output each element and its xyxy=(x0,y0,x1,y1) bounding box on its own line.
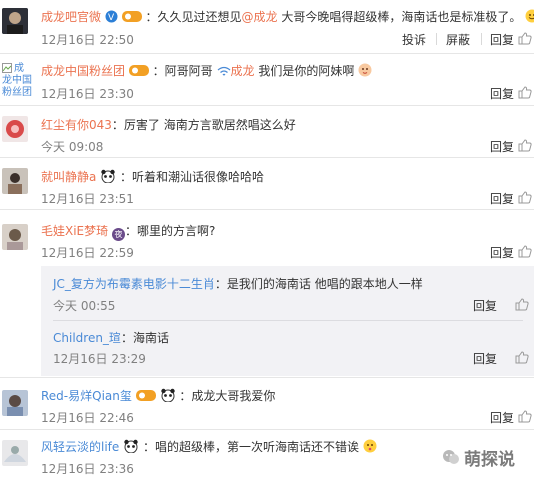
avatar-image xyxy=(2,440,28,466)
vip-icon xyxy=(128,65,149,76)
topic-link-icon xyxy=(217,66,230,76)
avatar[interactable] xyxy=(2,168,28,194)
watermark: 萌探说 xyxy=(442,446,515,470)
username[interactable]: 成龙中国粉丝团 xyxy=(41,64,125,78)
vip-icon xyxy=(135,390,156,401)
reply-button[interactable]: 回复 xyxy=(490,31,514,48)
avatar-image xyxy=(2,8,28,34)
avatar[interactable] xyxy=(2,224,28,250)
username[interactable]: Children_瑄 xyxy=(53,331,121,345)
avatar-alt-text: 成龙中国粉丝团 xyxy=(2,63,32,98)
comment-item: 成龙吧官微 V ：久久见过还想见@成龙 大哥今晚唱得超级棒，海南话也是标准极了。… xyxy=(0,0,534,52)
avatar-image xyxy=(2,168,28,194)
avatar[interactable] xyxy=(2,116,28,142)
username[interactable]: 就叫静静a xyxy=(41,170,96,184)
report-button[interactable]: 投诉 xyxy=(402,31,426,48)
reply-button[interactable]: 回复 xyxy=(473,297,497,314)
panda-icon xyxy=(160,388,175,402)
watermark-text: 萌探说 xyxy=(464,449,515,470)
block-button[interactable]: 屏蔽 xyxy=(446,31,470,48)
avatar[interactable]: 成龙中国粉丝团 xyxy=(2,63,32,103)
like-icon[interactable] xyxy=(518,86,532,99)
face-emoji-icon xyxy=(358,63,372,77)
wechat-icon xyxy=(443,450,459,464)
timestamp: 12月16日 22:50 xyxy=(41,33,134,47)
comment-item: 就叫静静a ：听着和潮汕话很像哈哈哈 12月16日 23:51 回复 xyxy=(0,158,534,208)
reply-button[interactable]: 回复 xyxy=(490,190,514,207)
username[interactable]: 成龙吧官微 xyxy=(41,10,101,24)
svg-text:V: V xyxy=(108,13,115,23)
avatar[interactable] xyxy=(2,390,28,416)
panda-icon xyxy=(124,439,138,453)
comment-text: 就叫静静a ：听着和潮汕话很像哈哈哈 xyxy=(41,169,265,184)
smile-emoji-icon xyxy=(525,9,534,23)
like-icon[interactable] xyxy=(518,245,532,258)
timestamp: 12月16日 22:59 xyxy=(41,246,134,260)
comment-text: 红尘有你043：厉害了 海南方言歌居然唱这么好 xyxy=(41,118,296,132)
kiss-emoji-icon xyxy=(363,439,377,453)
like-icon[interactable] xyxy=(518,139,532,152)
reply-button[interactable]: 回复 xyxy=(490,85,514,102)
timestamp: 今天 00:55 xyxy=(53,299,116,313)
verified-icon: V xyxy=(105,10,118,23)
divider xyxy=(481,33,482,45)
comment-item: 红尘有你043：厉害了 海南方言歌居然唱这么好 今天 09:08 回复 xyxy=(0,106,534,156)
comment-item: Red-易烊Qian玺 ：成龙大哥我爱你 12月16日 22:46 回复 xyxy=(0,378,534,428)
reply-button[interactable]: 回复 xyxy=(473,350,497,367)
divider xyxy=(436,33,437,45)
like-icon[interactable] xyxy=(518,410,532,423)
username[interactable]: 红尘有你043 xyxy=(41,118,112,132)
level-badge: 夜 xyxy=(111,228,125,241)
avatar[interactable] xyxy=(2,8,28,34)
reply-button[interactable]: 回复 xyxy=(490,244,514,261)
comment-text: 毛娃XiE梦琦 夜：哪里的方言啊? xyxy=(41,224,216,241)
timestamp: 12月16日 23:30 xyxy=(41,87,134,101)
timestamp: 12月16日 23:51 xyxy=(41,192,134,206)
avatar-image xyxy=(2,390,28,416)
username[interactable]: 毛娃XiE梦琦 xyxy=(41,224,108,238)
timestamp: 12月16日 23:36 xyxy=(41,462,134,476)
reply-button[interactable]: 回复 xyxy=(490,138,514,155)
reply-button[interactable]: 回复 xyxy=(490,409,514,426)
comment-text: 成龙中国粉丝团 ：阿哥阿哥 成龙 我们是你的阿妹啊 xyxy=(41,62,372,79)
timestamp: 12月16日 22:46 xyxy=(41,411,134,425)
comment-text: 风轻云淡的life ：唱的超级棒，第一次听海南话还不错诶 xyxy=(41,438,377,455)
comment-text: Red-易烊Qian玺 ：成龙大哥我爱你 xyxy=(41,388,276,403)
avatar[interactable] xyxy=(2,440,28,466)
comment-item: 风轻云淡的life ：唱的超级棒，第一次听海南话还不错诶 12月16日 23:3… xyxy=(0,430,534,478)
like-icon[interactable] xyxy=(518,191,532,204)
reply-text: JC_复方为布霉素电影十二生肖：是我们的海南话 他唱的跟本地人一样 xyxy=(53,277,423,291)
timestamp: 12月16日 23:29 xyxy=(53,352,146,366)
timestamp: 今天 09:08 xyxy=(41,140,104,154)
divider xyxy=(53,320,523,321)
panda-icon xyxy=(101,169,115,183)
like-icon[interactable] xyxy=(515,298,529,311)
comment-item: 成龙中国粉丝团 成龙中国粉丝团 ：阿哥阿哥 成龙 我们是你的阿妹啊 12月16日… xyxy=(0,54,534,104)
reply-text: Children_瑄：海南话 xyxy=(53,331,169,345)
username[interactable]: Red-易烊Qian玺 xyxy=(41,389,132,403)
reply-thread: JC_复方为布霉素电影十二生肖：是我们的海南话 他唱的跟本地人一样 今天 00:… xyxy=(41,266,534,376)
avatar-image xyxy=(2,224,28,250)
username[interactable]: 风轻云淡的life xyxy=(41,440,119,454)
mention-link[interactable]: @成龙 xyxy=(242,10,278,24)
like-icon[interactable] xyxy=(515,351,529,364)
comment-item: 毛娃XiE梦琦 夜：哪里的方言啊? 12月16日 22:59 回复 xyxy=(0,210,534,266)
comment-text: 成龙吧官微 V ：久久见过还想见@成龙 大哥今晚唱得超级棒，海南话也是标准极了。 xyxy=(41,8,534,25)
username[interactable]: JC_复方为布霉素电影十二生肖 xyxy=(53,277,215,291)
topic-link[interactable]: 成龙 xyxy=(231,64,255,78)
avatar-image xyxy=(2,116,28,142)
like-icon[interactable] xyxy=(518,32,532,45)
vip-icon xyxy=(121,11,142,22)
